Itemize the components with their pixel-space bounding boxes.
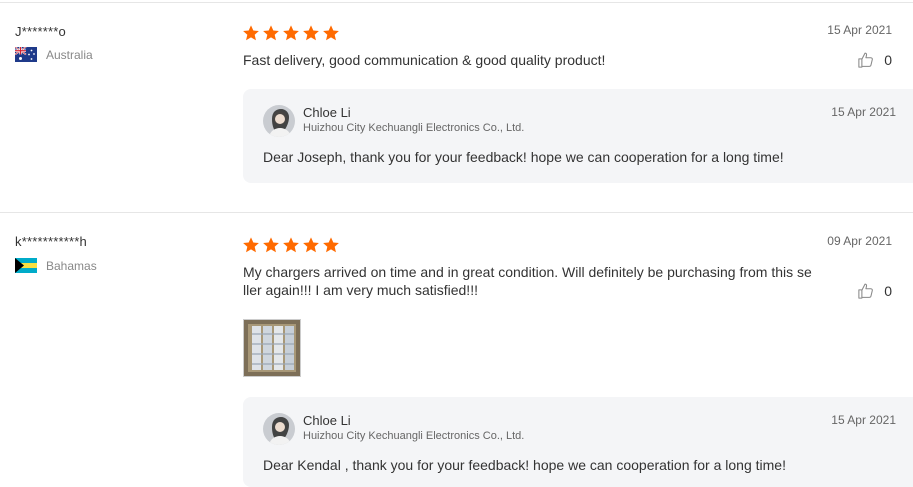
helpful-button[interactable]: 0 bbox=[857, 282, 892, 300]
reviewer-country: Australia bbox=[15, 47, 93, 62]
star-icon bbox=[303, 237, 319, 253]
reply-date: 15 Apr 2021 bbox=[831, 105, 896, 119]
seller-reply: Chloe Li Huizhou City Kechuangli Electro… bbox=[243, 397, 913, 487]
star-icon bbox=[263, 237, 279, 253]
reply-date: 15 Apr 2021 bbox=[831, 413, 896, 427]
review-date: 09 Apr 2021 bbox=[827, 234, 892, 248]
helpful-count: 0 bbox=[884, 283, 892, 299]
review-item: k***********h Bahamas 09 Apr 2021 My cha… bbox=[0, 212, 913, 487]
reviewer-name: k***********h bbox=[15, 234, 87, 249]
country-label: Bahamas bbox=[46, 258, 97, 273]
thumbs-up-icon bbox=[858, 283, 874, 299]
reviewer-country: Bahamas bbox=[15, 258, 97, 273]
review-item: J*******o Australia 15 Apr 2021 Fast del… bbox=[0, 0, 913, 212]
star-icon bbox=[243, 25, 259, 41]
reply-text: Dear Joseph, thank you for your feedback… bbox=[263, 149, 784, 165]
review-date: 15 Apr 2021 bbox=[827, 23, 892, 37]
avatar bbox=[263, 105, 295, 137]
star-icon bbox=[283, 25, 299, 41]
helpful-button[interactable]: 0 bbox=[857, 51, 892, 69]
star-icon bbox=[323, 237, 339, 253]
avatar bbox=[263, 413, 295, 445]
star-icon bbox=[283, 237, 299, 253]
reply-company: Huizhou City Kechuangli Electronics Co.,… bbox=[303, 122, 525, 134]
review-photo-image bbox=[244, 320, 300, 376]
rating-stars bbox=[242, 24, 340, 42]
star-icon bbox=[323, 25, 339, 41]
review-photo-thumbnail[interactable] bbox=[243, 319, 301, 377]
review-text: My chargers arrived on time and in great… bbox=[243, 264, 812, 298]
rating-stars bbox=[242, 236, 340, 254]
reviewer-name: J*******o bbox=[15, 24, 66, 39]
thumbs-up-icon bbox=[858, 52, 874, 68]
seller-reply: Chloe Li Huizhou City Kechuangli Electro… bbox=[243, 89, 913, 183]
star-icon bbox=[263, 25, 279, 41]
star-icon bbox=[303, 25, 319, 41]
reply-author-name: Chloe Li bbox=[303, 413, 351, 428]
country-label: Australia bbox=[46, 47, 93, 62]
star-icon bbox=[243, 237, 259, 253]
review-text: Fast delivery, good communication & good… bbox=[243, 52, 606, 68]
australia-flag-icon bbox=[15, 47, 37, 62]
helpful-count: 0 bbox=[884, 52, 892, 68]
bahamas-flag-icon bbox=[15, 258, 37, 273]
reply-company: Huizhou City Kechuangli Electronics Co.,… bbox=[303, 430, 525, 442]
reply-author-name: Chloe Li bbox=[303, 105, 351, 120]
reply-text: Dear Kendal , thank you for your feedbac… bbox=[263, 457, 786, 473]
